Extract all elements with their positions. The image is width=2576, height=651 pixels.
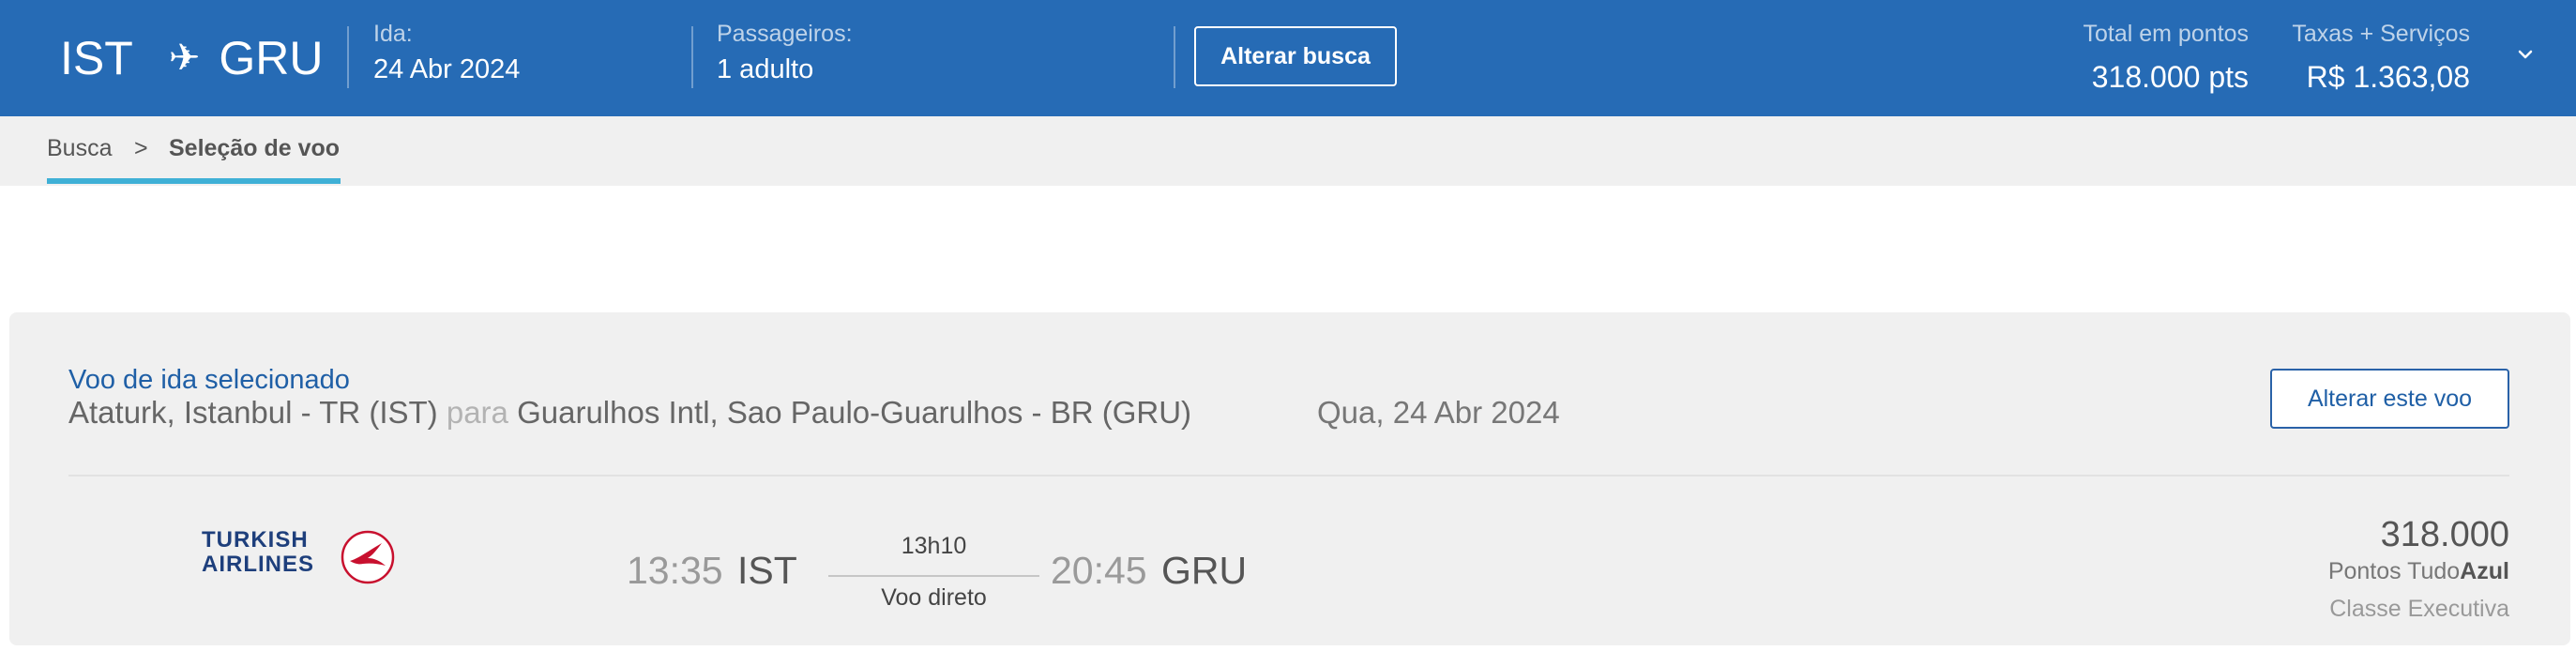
airline-name-line1: TURKISH: [202, 527, 309, 553]
plane-icon: ✈: [168, 38, 201, 79]
total-points-label: Total em pontos: [2083, 21, 2250, 47]
route-connector: para: [446, 395, 508, 430]
route-destination: Guarulhos Intl, Sao Paulo-Guarulhos - BR…: [517, 395, 1192, 430]
ida-date: 24 Abr 2024: [373, 54, 521, 84]
departure-airport-code: IST: [737, 549, 797, 592]
turkish-airlines-crane-icon: [341, 530, 395, 584]
divider: [691, 26, 693, 88]
breadcrumb-item-flight-selection: Seleção de voo: [169, 135, 341, 161]
flight-stops: Voo direto: [881, 584, 987, 611]
passengers-label: Passageiros:: [717, 21, 853, 47]
passengers-value: 1 adulto: [717, 54, 814, 84]
arrival-airport-code: GRU: [1161, 549, 1248, 592]
divider: [347, 26, 349, 88]
chevron-down-icon[interactable]: [2514, 43, 2537, 66]
destination-code: GRU: [219, 32, 324, 84]
points-program-label: Pontos TudoAzul: [2327, 558, 2509, 584]
taxes-label: Taxas + Serviços: [2292, 21, 2470, 47]
search-summary-header: IST ✈ GRU Ida: 24 Abr 2024 Passageiros: …: [0, 0, 2576, 116]
flight-price-points: 318.000: [2380, 515, 2509, 554]
selected-flight-card: Voo de ida selecionado Ataturk, Istanbul…: [9, 312, 2570, 645]
breadcrumb-active-indicator: [47, 178, 341, 184]
origin-code: IST: [60, 32, 133, 84]
change-flight-button[interactable]: Alterar este voo: [2270, 369, 2509, 429]
taxes-value: R$ 1.363,08: [2306, 60, 2470, 94]
ida-label: Ida:: [373, 21, 413, 47]
divider: [68, 475, 2509, 477]
breadcrumb-separator: >: [134, 135, 148, 161]
flight-route: Ataturk, Istanbul - TR (IST) para Guarul…: [68, 395, 1191, 431]
arrival-time: 20:45: [1051, 549, 1147, 592]
flight-path-line: [828, 575, 1039, 577]
selected-flight-title: Voo de ida selecionado: [68, 365, 350, 395]
departure-time: 13:35: [627, 549, 723, 592]
change-search-button[interactable]: Alterar busca: [1194, 26, 1397, 86]
flight-date: Qua, 24 Abr 2024: [1317, 395, 1560, 430]
cabin-class: Classe Executiva: [2329, 596, 2509, 622]
airline-name-line2: AIRLINES: [202, 552, 315, 577]
divider: [1174, 26, 1175, 88]
route-origin: Ataturk, Istanbul - TR (IST): [68, 395, 438, 430]
airline-logo: TURKISH AIRLINES: [202, 528, 399, 588]
breadcrumb: Busca > Seleção de voo: [0, 116, 2576, 186]
breadcrumb-item-busca[interactable]: Busca: [47, 135, 112, 162]
total-points-value: 318.000 pts: [2091, 60, 2249, 94]
route-summary: IST ✈ GRU: [60, 28, 323, 88]
flight-duration: 13h10: [901, 533, 967, 559]
